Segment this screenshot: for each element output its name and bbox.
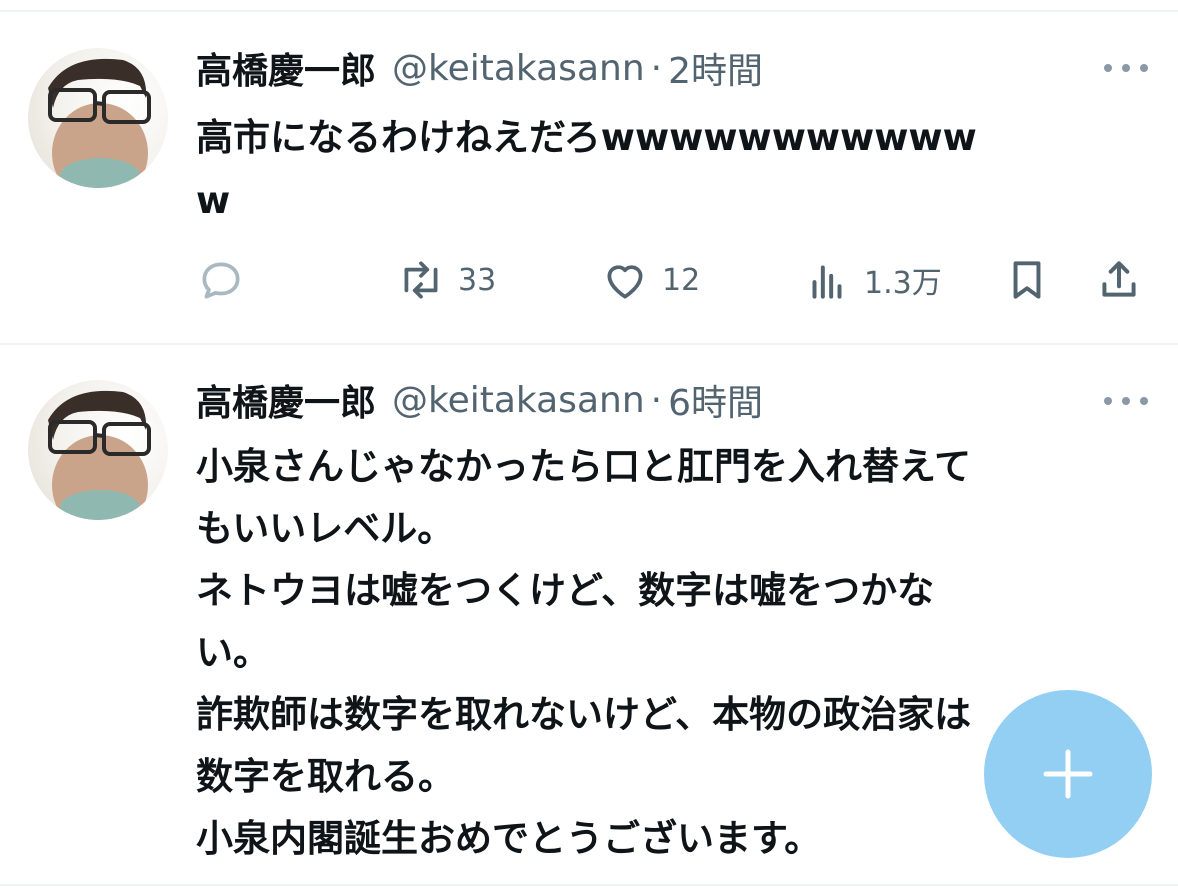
tweet-text-line: い。 [196,631,270,674]
timestamp[interactable]: 2時間 [668,42,763,94]
avatar-photo [48,58,151,188]
bookmark-icon [1013,261,1041,299]
views-count: 1.3万 [864,266,942,301]
tweet-actions: 33 12 1.3万 [190,250,1150,310]
tweet-text: 高市になるわけねえだろwwwwwwwwwww w [196,106,1146,232]
author-handle[interactable]: @keitakasann [392,380,645,421]
separator-dot: · [650,47,663,89]
reply-button[interactable] [196,250,246,310]
share-button[interactable] [1094,250,1144,310]
tweet-text-line: もいいレベル。 [196,507,455,550]
separator-dot: · [650,379,663,421]
tweet-text-line: 小泉さんじゃなかったら口と肛門を入れ替えて [196,445,972,488]
like-button[interactable]: 12 [600,250,700,310]
tweet-text-line: 高市になるわけねえだろwwwwwwwwwww [196,116,977,159]
reply-icon [202,262,240,299]
share-icon [1102,261,1136,297]
views-button[interactable]: 1.3万 [802,250,942,310]
tweet-header: 高橋慶一郎 @keitakasann · 2時間 [196,40,763,96]
author-name[interactable]: 高橋慶一郎 [196,42,376,94]
retweet-count: 33 [458,262,497,298]
author-name[interactable]: 高橋慶一郎 [196,374,376,426]
bottom-divider [0,884,1178,886]
avatar-photo [48,390,151,520]
views-icon [812,265,842,299]
more-options-icon[interactable] [1104,60,1148,76]
more-options-icon[interactable] [1104,393,1148,409]
timestamp[interactable]: 6時間 [668,374,763,426]
tweet-header: 高橋慶一郎 @keitakasann · 6時間 [196,372,763,428]
bookmark-button[interactable] [1002,250,1052,310]
avatar[interactable] [28,380,168,520]
like-count: 12 [662,262,701,298]
plus-icon [1043,749,1093,799]
avatar[interactable] [28,48,168,188]
heart-icon [607,265,643,299]
retweet-icon [404,261,438,299]
author-handle[interactable]: @keitakasann [392,48,645,89]
tweet-text-line: w [196,179,231,222]
tweet-text-line: ネトウヨは嘘をつくけど、数字は嘘をつかな [196,569,935,612]
compose-button[interactable] [984,690,1152,858]
tweet-1[interactable]: 高橋慶一郎 @keitakasann · 2時間 高市になるわけねえだろwwww… [0,0,1178,345]
retweet-button[interactable]: 33 [396,250,496,310]
